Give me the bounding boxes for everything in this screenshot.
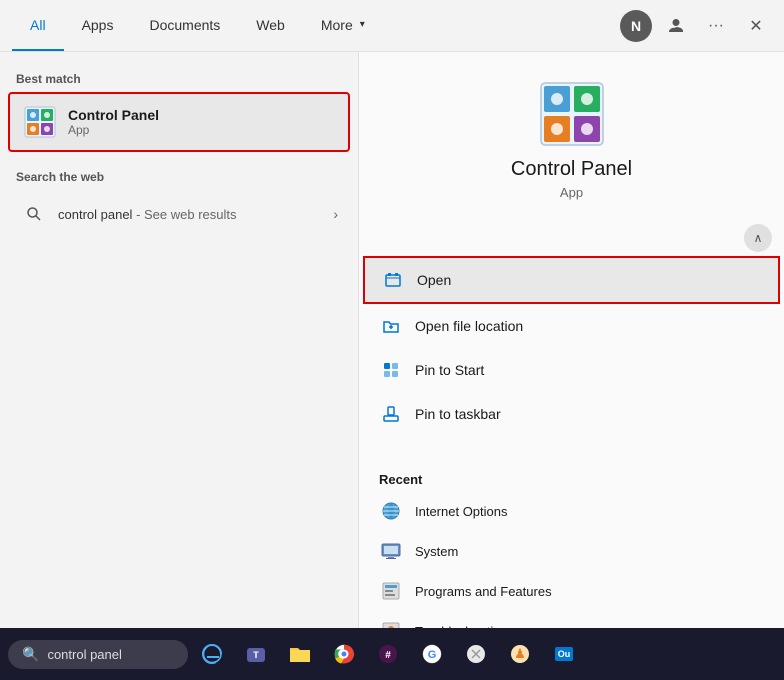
left-panel: Best match xyxy=(0,52,358,680)
person-icon[interactable] xyxy=(660,10,692,42)
app-detail-name: Control Panel xyxy=(511,158,632,181)
taskbar-outlook[interactable]: Ou xyxy=(544,634,584,674)
action-open-file[interactable]: Open file location xyxy=(359,304,784,348)
open-icon xyxy=(381,268,405,292)
content-area: Best match xyxy=(0,52,784,680)
action-open[interactable]: Open xyxy=(363,256,780,304)
taskbar-teams[interactable]: T xyxy=(236,634,276,674)
search-query-text: control panel xyxy=(58,207,132,222)
action-open-file-label: Open file location xyxy=(415,318,523,334)
internet-options-icon xyxy=(379,499,403,523)
taskbar-edge[interactable] xyxy=(192,634,232,674)
pin-start-icon xyxy=(379,358,403,382)
action-pin-start-label: Pin to Start xyxy=(415,362,484,378)
action-pin-taskbar[interactable]: Pin to taskbar xyxy=(359,392,784,436)
system-label: System xyxy=(415,544,458,559)
taskbar-file-explorer[interactable] xyxy=(280,634,320,674)
best-match-name: Control Panel xyxy=(68,107,159,123)
top-nav: All Apps Documents Web More ▾ N xyxy=(0,0,784,52)
taskbar-search[interactable]: 🔍 control panel xyxy=(8,640,188,669)
tab-web[interactable]: Web xyxy=(238,0,303,51)
tab-all[interactable]: All xyxy=(12,0,64,51)
search-window: All Apps Documents Web More ▾ N xyxy=(0,0,784,680)
action-pin-start[interactable]: Pin to Start xyxy=(359,348,784,392)
recent-internet-options[interactable]: Internet Options xyxy=(359,491,784,531)
taskbar-google[interactable]: G xyxy=(412,634,452,674)
taskbar-app2[interactable]: ♟ xyxy=(500,634,540,674)
internet-options-label: Internet Options xyxy=(415,504,508,519)
search-web-label: Search the web xyxy=(0,162,358,188)
svg-text:Ou: Ou xyxy=(558,649,571,659)
tab-more[interactable]: More ▾ xyxy=(303,0,383,51)
system-icon xyxy=(379,539,403,563)
action-open-label: Open xyxy=(417,272,451,288)
user-avatar[interactable]: N xyxy=(620,10,652,42)
app-detail-header: Control Panel App xyxy=(359,52,784,220)
web-search-item[interactable]: control panel - See web results › xyxy=(8,190,350,238)
recent-label: Recent xyxy=(359,464,784,491)
taskbar-search-text: control panel xyxy=(47,647,121,662)
best-match-item[interactable]: Control Panel App xyxy=(8,92,350,152)
recent-programs[interactable]: Programs and Features xyxy=(359,571,784,611)
best-match-sub: App xyxy=(68,123,159,137)
app-detail-icon xyxy=(540,82,604,146)
control-panel-icon xyxy=(22,104,58,140)
nav-tabs: All Apps Documents Web More ▾ xyxy=(12,0,383,51)
app-detail-sub: App xyxy=(560,185,583,200)
more-options-icon[interactable]: ··· xyxy=(700,10,732,42)
search-icon xyxy=(20,200,48,228)
action-pin-taskbar-label: Pin to taskbar xyxy=(415,406,501,422)
svg-text:G: G xyxy=(428,649,437,661)
recent-system[interactable]: System xyxy=(359,531,784,571)
svg-text:♟: ♟ xyxy=(514,646,526,661)
folder-icon xyxy=(379,314,403,338)
taskbar-app1[interactable] xyxy=(456,634,496,674)
programs-label: Programs and Features xyxy=(415,584,552,599)
best-match-label: Best match xyxy=(0,64,358,90)
collapse-btn-container: ∧ xyxy=(359,220,784,252)
pin-taskbar-icon xyxy=(379,402,403,426)
taskbar-slack[interactable]: # xyxy=(368,634,408,674)
nav-right: N ··· ✕ xyxy=(620,10,772,42)
programs-icon xyxy=(379,579,403,603)
tab-documents[interactable]: Documents xyxy=(131,0,238,51)
chevron-up-icon: ∧ xyxy=(754,231,763,245)
taskbar: 🔍 control panel T xyxy=(0,628,784,680)
svg-text:#: # xyxy=(385,650,391,661)
tab-apps[interactable]: Apps xyxy=(64,0,132,51)
chevron-right-icon: › xyxy=(333,206,338,222)
taskbar-chrome[interactable] xyxy=(324,634,364,674)
taskbar-search-icon: 🔍 xyxy=(22,646,39,663)
action-list: Open Open file location xyxy=(359,252,784,440)
svg-text:T: T xyxy=(253,650,259,660)
chevron-down-icon: ▾ xyxy=(360,19,365,30)
close-icon[interactable]: ✕ xyxy=(740,10,772,42)
right-panel: Control Panel App ∧ xyxy=(358,52,784,680)
collapse-button[interactable]: ∧ xyxy=(744,224,772,252)
search-suffix-text: - See web results xyxy=(132,207,236,222)
